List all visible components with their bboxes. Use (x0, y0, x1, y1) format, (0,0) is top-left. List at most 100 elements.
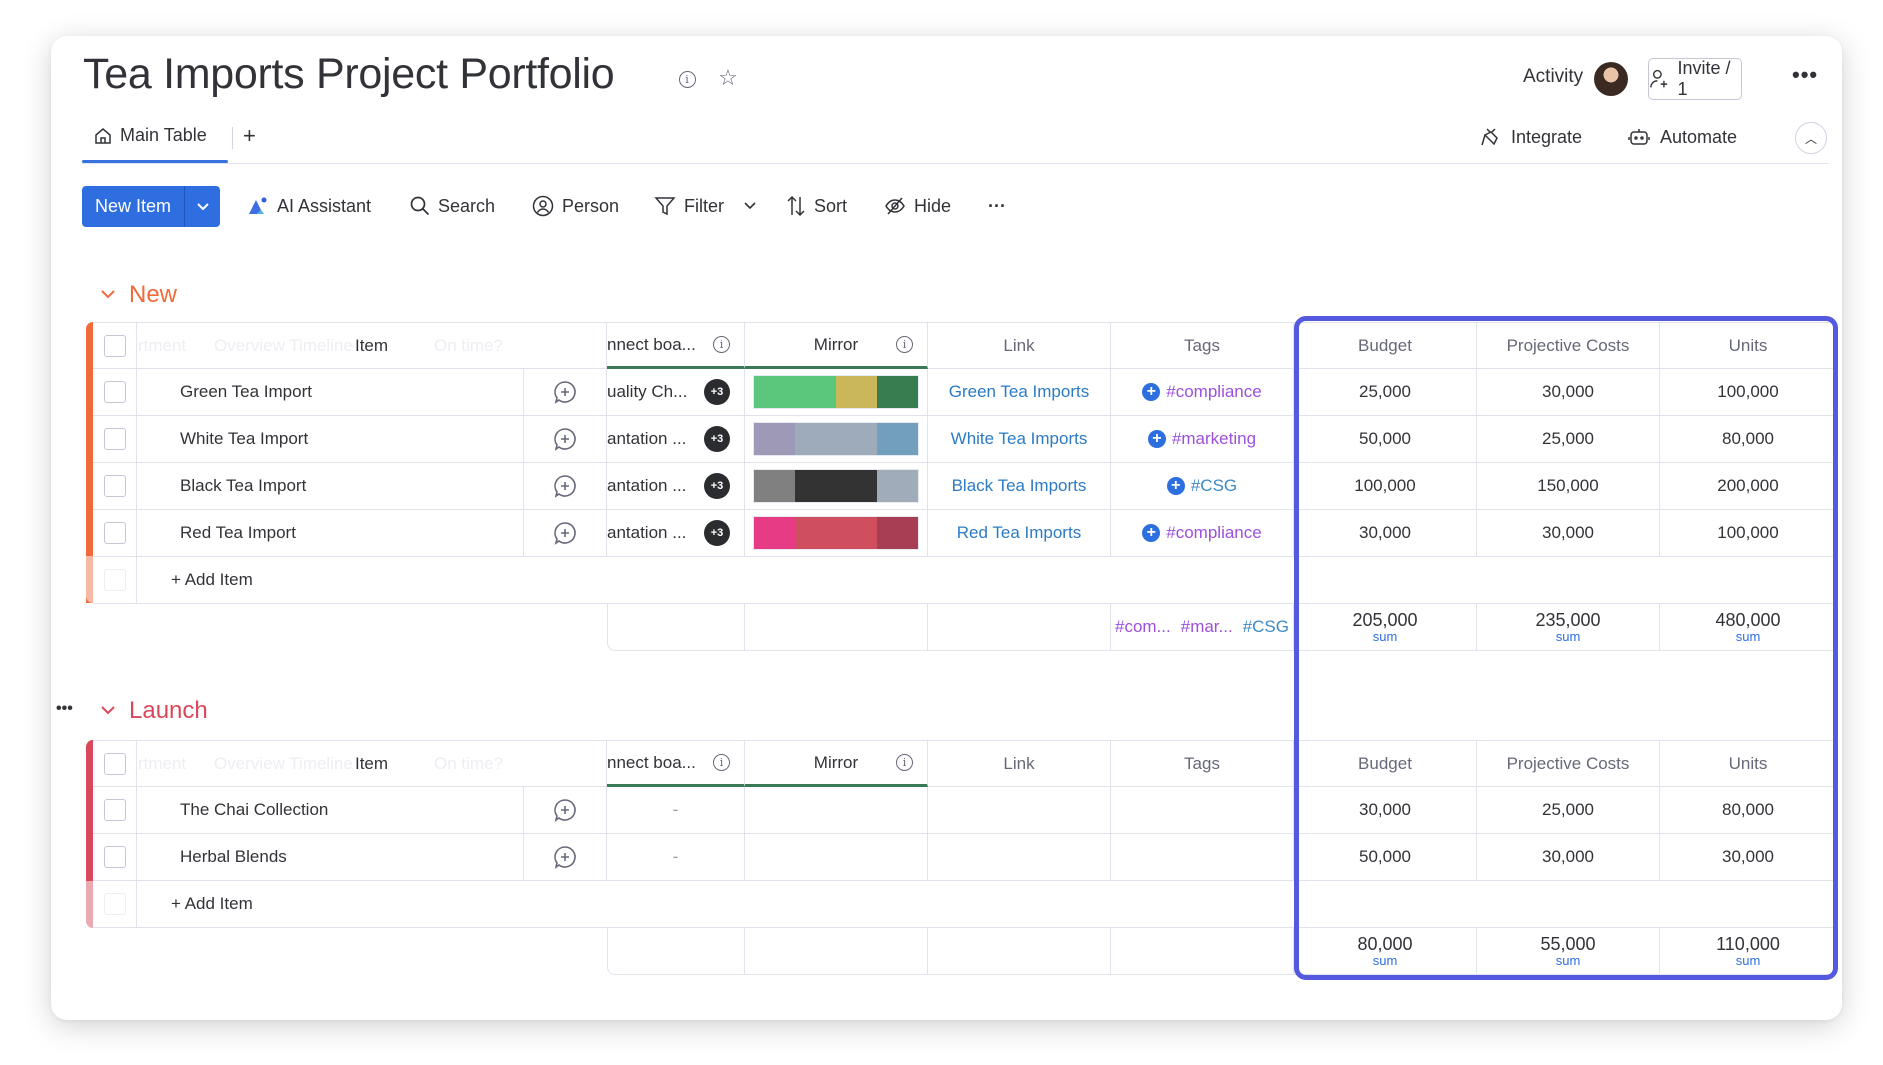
column-header-projective-costs[interactable]: Projective Costs (1477, 322, 1660, 369)
mirror-status-bar[interactable] (753, 422, 919, 456)
column-header-connect-boards[interactable]: nnect boa... i (607, 322, 745, 369)
summary-tag[interactable]: #CSG (1243, 617, 1289, 637)
tab-main-table[interactable]: Main Table (94, 125, 207, 146)
connect-boards-cell[interactable]: - (607, 787, 745, 834)
projective-costs-cell[interactable]: 25,000 (1477, 416, 1660, 463)
more-connections-badge[interactable]: +3 (704, 426, 730, 452)
mirror-cell[interactable] (745, 463, 928, 510)
add-update-button[interactable] (524, 416, 607, 463)
tags-cell[interactable]: + #marketing (1111, 416, 1294, 463)
select-all-checkbox[interactable] (103, 334, 126, 357)
new-item-dropdown[interactable] (185, 186, 220, 227)
link[interactable]: Green Tea Imports (949, 382, 1089, 402)
invite-button[interactable]: Invite / 1 (1648, 58, 1742, 100)
summary-projective-costs[interactable]: 235,000 sum (1477, 604, 1660, 651)
tags-cell[interactable]: + #compliance (1111, 369, 1294, 416)
new-item-button[interactable]: New Item (82, 186, 185, 227)
connect-boards-cell[interactable]: - (607, 834, 745, 881)
ai-assistant-button[interactable]: AI Assistant (247, 194, 371, 218)
link-cell[interactable]: Green Tea Imports (928, 369, 1111, 416)
info-icon[interactable]: i (713, 754, 730, 771)
filter-dropdown[interactable] (744, 194, 756, 218)
units-cell[interactable]: 200,000 (1660, 463, 1836, 510)
more-connections-badge[interactable]: +3 (704, 379, 730, 405)
budget-cell[interactable]: 50,000 (1294, 834, 1477, 881)
link[interactable]: Red Tea Imports (957, 523, 1081, 543)
activity-button[interactable]: Activity (1523, 66, 1583, 88)
mirror-status-bar[interactable] (753, 469, 919, 503)
link[interactable]: Black Tea Imports (952, 476, 1087, 496)
link-cell[interactable]: Red Tea Imports (928, 510, 1111, 557)
summary-tag[interactable]: #mar... (1181, 617, 1233, 637)
mirror-cell[interactable] (745, 510, 928, 557)
column-header-item[interactable]: Item (137, 740, 607, 787)
column-header-units[interactable]: Units (1660, 740, 1836, 787)
column-header-link[interactable]: Link (928, 322, 1111, 369)
add-view-button[interactable]: + (243, 123, 256, 149)
sort-button[interactable]: Sort (786, 194, 847, 218)
projective-costs-cell[interactable]: 30,000 (1477, 510, 1660, 557)
budget-cell[interactable]: 100,000 (1294, 463, 1477, 510)
units-cell[interactable]: 80,000 (1660, 787, 1836, 834)
automate-button[interactable]: Automate (1627, 126, 1737, 148)
row-checkbox[interactable] (103, 475, 126, 497)
connect-boards-cell[interactable]: antation ... +3 (607, 416, 745, 463)
column-header-tags[interactable]: Tags (1111, 322, 1294, 369)
tag[interactable]: #CSG (1191, 476, 1237, 496)
info-icon[interactable]: i (896, 336, 913, 353)
hide-button[interactable]: Hide (884, 194, 951, 218)
column-header-tags[interactable]: Tags (1111, 740, 1294, 787)
projective-costs-cell[interactable]: 30,000 (1477, 834, 1660, 881)
tags-cell[interactable]: + #CSG (1111, 463, 1294, 510)
more-connections-badge[interactable]: +3 (704, 520, 730, 546)
more-options-button[interactable]: ••• (1792, 62, 1818, 88)
tag[interactable]: #marketing (1172, 429, 1256, 449)
board-title[interactable]: Tea Imports Project Portfolio (83, 50, 615, 99)
row-checkbox[interactable] (103, 381, 126, 403)
collapse-header-button[interactable]: ︿ (1795, 122, 1827, 154)
filter-button[interactable]: Filter (654, 194, 724, 218)
column-header-connect-boards[interactable]: nnect boa... i (607, 740, 745, 787)
tags-cell[interactable] (1111, 787, 1294, 834)
toolbar-more-button[interactable]: ··· (988, 194, 1006, 218)
units-cell[interactable]: 30,000 (1660, 834, 1836, 881)
item-name-cell[interactable]: White Tea Import (137, 416, 524, 463)
search-button[interactable]: Search (410, 194, 495, 218)
add-item-button[interactable]: + Add Item (137, 881, 1836, 928)
tags-cell[interactable]: + #compliance (1111, 510, 1294, 557)
star-icon[interactable]: ☆ (717, 65, 739, 90)
mirror-cell[interactable] (745, 369, 928, 416)
link-cell[interactable]: Black Tea Imports (928, 463, 1111, 510)
more-connections-badge[interactable]: +3 (704, 473, 730, 499)
mirror-cell[interactable] (745, 416, 928, 463)
summary-budget[interactable]: 205,000 sum (1294, 604, 1477, 651)
link-cell[interactable] (928, 834, 1111, 881)
budget-cell[interactable]: 25,000 (1294, 369, 1477, 416)
column-header-projective-costs[interactable]: Projective Costs (1477, 740, 1660, 787)
link[interactable]: White Tea Imports (951, 429, 1088, 449)
projective-costs-cell[interactable]: 150,000 (1477, 463, 1660, 510)
item-name-cell[interactable]: Red Tea Import (137, 510, 524, 557)
row-checkbox[interactable] (103, 799, 126, 821)
add-tag-icon[interactable]: + (1142, 524, 1161, 542)
add-tag-icon[interactable]: + (1142, 383, 1161, 401)
add-update-button[interactable] (524, 787, 607, 834)
add-update-button[interactable] (524, 834, 607, 881)
integrate-button[interactable]: Integrate (1480, 126, 1582, 148)
avatar[interactable] (1594, 62, 1628, 96)
tags-cell[interactable] (1111, 834, 1294, 881)
chevron-down-icon[interactable] (101, 702, 115, 720)
projective-costs-cell[interactable]: 30,000 (1477, 369, 1660, 416)
column-header-units[interactable]: Units (1660, 322, 1836, 369)
mirror-cell[interactable] (745, 787, 928, 834)
budget-cell[interactable]: 30,000 (1294, 787, 1477, 834)
info-icon[interactable]: i (896, 754, 913, 771)
info-icon[interactable]: i (713, 336, 730, 353)
item-name-cell[interactable]: Black Tea Import (137, 463, 524, 510)
connect-boards-cell[interactable]: uality Ch... +3 (607, 369, 745, 416)
link-cell[interactable]: White Tea Imports (928, 416, 1111, 463)
summary-budget[interactable]: 80,000 sum (1294, 928, 1477, 975)
mirror-status-bar[interactable] (753, 375, 919, 409)
row-checkbox[interactable] (103, 846, 126, 868)
summary-units[interactable]: 110,000 sum (1660, 928, 1836, 975)
